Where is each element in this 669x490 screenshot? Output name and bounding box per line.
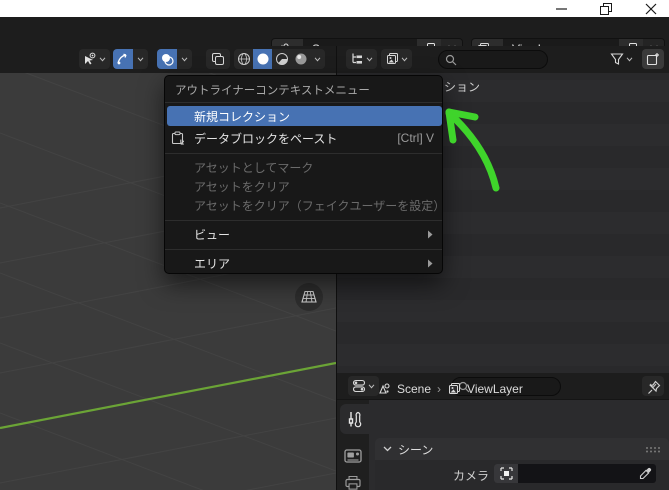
outliner-row-scene-collection[interactable]: ション [444, 80, 480, 95]
maximize-button[interactable] [590, 0, 622, 17]
new-collection-button[interactable] [642, 49, 664, 69]
breadcrumb-separator: › [437, 382, 442, 396]
camera-icon [494, 464, 518, 483]
submenu-arrow-icon [427, 259, 442, 268]
maximize-icon [600, 2, 612, 15]
chevron-down-icon [626, 57, 633, 62]
y-axis-line [0, 361, 336, 430]
solid-sphere-icon [257, 53, 268, 65]
properties-tab-strip [337, 400, 369, 490]
eyedropper-icon [639, 467, 652, 480]
menu-separator [165, 220, 442, 221]
menu-item-clear-asset-fake-user[interactable]: アセットをクリア（フェイクユーザーを設定） [167, 196, 445, 215]
scene-panel-body: カメラ [375, 460, 669, 490]
minimize-button[interactable] [545, 0, 577, 17]
scene-icon [379, 383, 390, 394]
xray-icon [212, 53, 224, 65]
chevron-down-icon [314, 57, 321, 62]
breadcrumb-scene[interactable]: Scene [397, 382, 431, 396]
outliner-display-mode-button[interactable] [346, 49, 377, 69]
scene-panel: シーン カメラ [375, 438, 669, 490]
viewlayer-icon [449, 383, 461, 394]
shading-wireframe-button[interactable] [234, 49, 253, 69]
output-icon [345, 476, 361, 490]
filter-icon [610, 53, 624, 65]
menu-item-paste-data-blocks[interactable]: データブロックをペースト [Ctrl] V [167, 128, 442, 148]
camera-field-label: カメラ [452, 469, 489, 483]
search-icon [445, 54, 457, 65]
drag-handle-icon[interactable] [645, 446, 661, 453]
shading-mode-group [234, 49, 325, 69]
submenu-arrow-icon [427, 230, 442, 239]
paste-icon [167, 131, 187, 145]
tab-render[interactable] [344, 448, 362, 464]
grid-drag-badge [295, 283, 323, 311]
tab-tool[interactable] [340, 404, 369, 434]
pin-button[interactable] [647, 380, 661, 396]
material-sphere-icon [275, 53, 288, 65]
close-icon [645, 3, 657, 14]
breadcrumb-viewlayer[interactable]: ViewLayer [467, 382, 523, 396]
menu-item-mark-as-asset[interactable]: アセットとしてマーク [167, 158, 442, 177]
gizmos-toggle[interactable] [113, 49, 148, 69]
overlays-icon [162, 54, 174, 66]
tab-output[interactable] [344, 476, 362, 490]
menu-item-clear-asset[interactable]: アセットをクリア [167, 177, 442, 196]
new-collection-icon [646, 53, 659, 66]
xray-toggle[interactable] [206, 49, 230, 69]
display-mode-icon [352, 53, 362, 64]
eyedropper-button[interactable] [639, 467, 656, 480]
viewport-header [0, 46, 336, 73]
panel-expand-icon [383, 446, 392, 452]
camera-object-field[interactable] [494, 464, 656, 483]
menu-separator [165, 102, 442, 103]
blender-window: Scene ViewLayer [0, 0, 669, 490]
properties-icon [352, 379, 366, 393]
visibility-pointer-icon [85, 52, 96, 65]
os-titlebar [0, 0, 669, 17]
chevron-down-icon [401, 57, 408, 62]
shading-solid-button[interactable] [253, 49, 272, 69]
minimize-icon [555, 8, 567, 10]
outliner-filter-viewlayer-button[interactable] [381, 49, 412, 69]
chevron-down-icon [137, 57, 144, 62]
context-menu-title: アウトライナーコンテキストメニュー [175, 85, 370, 97]
menu-item-new-collection[interactable]: 新規コレクション [167, 106, 442, 126]
shading-rendered-button[interactable] [291, 49, 310, 69]
breadcrumb: Scene › ViewLayer [377, 382, 523, 396]
gizmo-icon [117, 53, 127, 65]
rendered-sphere-icon [295, 53, 306, 65]
outliner-search-input[interactable] [438, 50, 548, 69]
scene-panel-header[interactable]: シーン [375, 438, 669, 460]
menu-separator [165, 249, 442, 250]
chevron-down-icon [368, 384, 375, 389]
overlays-toggle[interactable] [157, 49, 192, 69]
shortcut-label: [Ctrl] V [397, 131, 434, 145]
outliner-filter-button[interactable] [606, 49, 637, 69]
pin-icon [648, 380, 661, 394]
grid-icon [301, 290, 317, 303]
menu-separator [165, 153, 442, 154]
chevron-down-icon [366, 57, 373, 62]
shading-material-button[interactable] [272, 49, 291, 69]
outliner-context-menu: アウトライナーコンテキストメニュー 新規コレクション データブロックをペースト … [164, 75, 445, 274]
outliner-header [337, 46, 669, 73]
tool-icon [348, 411, 362, 427]
viewlayer-icon [387, 53, 398, 64]
menu-item-area[interactable]: エリア [167, 253, 442, 274]
properties-editor-type-button[interactable] [348, 376, 379, 396]
object-visibility-button[interactable] [79, 49, 110, 69]
wireframe-sphere-icon [237, 53, 250, 65]
properties-editor: Scene › ViewLayer シーン カメラ [336, 373, 669, 490]
chevron-down-icon [99, 57, 106, 62]
blender-topbar: Scene ViewLayer [0, 17, 669, 59]
scene-panel-title: シーン [398, 442, 434, 457]
menu-item-view[interactable]: ビュー [167, 224, 442, 245]
chevron-down-icon [181, 57, 188, 62]
close-button[interactable] [635, 0, 667, 17]
render-icon [344, 449, 362, 463]
